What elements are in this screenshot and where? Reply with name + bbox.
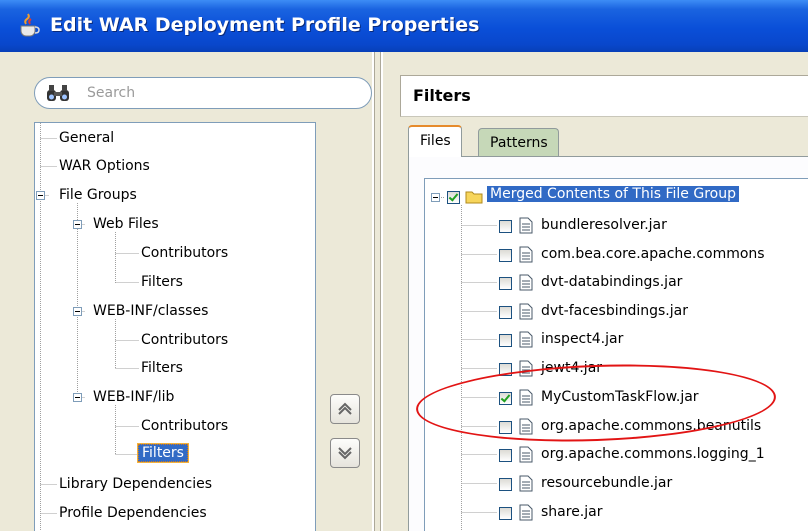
file-label: dvt-facesbindings.jar [541, 303, 688, 319]
tree-item-label: WEB-INF/classes [93, 303, 209, 319]
file-label: resourcebundle.jar [541, 475, 673, 491]
file-checkbox[interactable] [499, 334, 512, 347]
file-icon [519, 303, 533, 320]
file-label: bundleresolver.jar [541, 217, 667, 233]
tree-item-label: WEB-INF/lib [93, 389, 175, 405]
file-icon [519, 475, 533, 492]
navigation-tree[interactable]: General WAR Options File Groups Web File… [34, 122, 316, 531]
move-down-button[interactable] [330, 438, 360, 468]
file-icon [519, 274, 533, 291]
file-checkbox[interactable] [499, 306, 512, 319]
file-icon [519, 446, 533, 463]
collapse-icon[interactable] [73, 307, 82, 316]
file-label: dvt-databindings.jar [541, 274, 683, 290]
tab-label: Files [420, 133, 451, 149]
tree-item-label: Filters [137, 443, 189, 463]
file-checkbox[interactable] [499, 277, 512, 290]
tab-label: Patterns [490, 135, 548, 151]
file-label: com.bea.core.apache.commons [541, 246, 765, 262]
tree-item-label: General [59, 130, 115, 146]
tree-item-label: Contributors [141, 245, 229, 261]
move-down-icon [338, 447, 352, 460]
file-checkbox[interactable] [499, 249, 512, 262]
tree-item-label: File Groups [59, 187, 137, 203]
pane-splitter[interactable] [372, 52, 386, 531]
tree-item-label: Library Dependencies [59, 476, 213, 492]
collapse-icon[interactable] [431, 193, 440, 202]
file-checkbox[interactable] [499, 449, 512, 462]
tree-item-label: Profile Dependencies [59, 505, 207, 521]
file-contents-tree[interactable]: Merged Contents of This File Group bundl… [424, 178, 808, 531]
tree-item-label: Filters [141, 274, 183, 290]
folder-icon [465, 191, 483, 204]
tree-item-label: Web Files [93, 216, 159, 232]
file-label: inspect4.jar [541, 331, 624, 347]
page-title: Filters [413, 86, 471, 105]
tree-item-label: Filters [141, 360, 183, 376]
file-icon [519, 246, 533, 263]
tree-item-label: WAR Options [59, 158, 150, 174]
search-box[interactable] [34, 77, 372, 109]
move-up-icon [338, 402, 352, 415]
search-input[interactable] [87, 83, 357, 103]
binoculars-icon [47, 85, 69, 101]
file-label: share.jar [541, 504, 603, 520]
file-label: org.apache.commons.logging_1 [541, 446, 765, 462]
tree-item-label: Contributors [141, 418, 229, 434]
file-checkbox[interactable] [499, 478, 512, 491]
file-checkbox[interactable] [499, 220, 512, 233]
file-icon [519, 217, 533, 234]
collapse-icon[interactable] [73, 220, 82, 229]
move-up-button[interactable] [330, 394, 360, 424]
tab-patterns[interactable]: Patterns [478, 128, 559, 156]
title-bar: Edit WAR Deployment Profile Properties [0, 0, 808, 52]
page-header: Filters [400, 75, 808, 117]
java-cup-icon [20, 13, 40, 37]
file-checkbox[interactable] [499, 507, 512, 520]
file-icon [519, 504, 533, 521]
tree-guide-lines [40, 123, 139, 531]
file-icon [519, 331, 533, 348]
tree-item-label: Contributors [141, 332, 229, 348]
collapse-icon[interactable] [73, 393, 82, 402]
window-title: Edit WAR Deployment Profile Properties [50, 14, 480, 36]
tab-files[interactable]: Files [408, 125, 462, 157]
collapse-icon[interactable] [36, 191, 45, 200]
root-label: Merged Contents of This File Group [487, 186, 739, 202]
root-checkbox[interactable] [447, 191, 460, 204]
